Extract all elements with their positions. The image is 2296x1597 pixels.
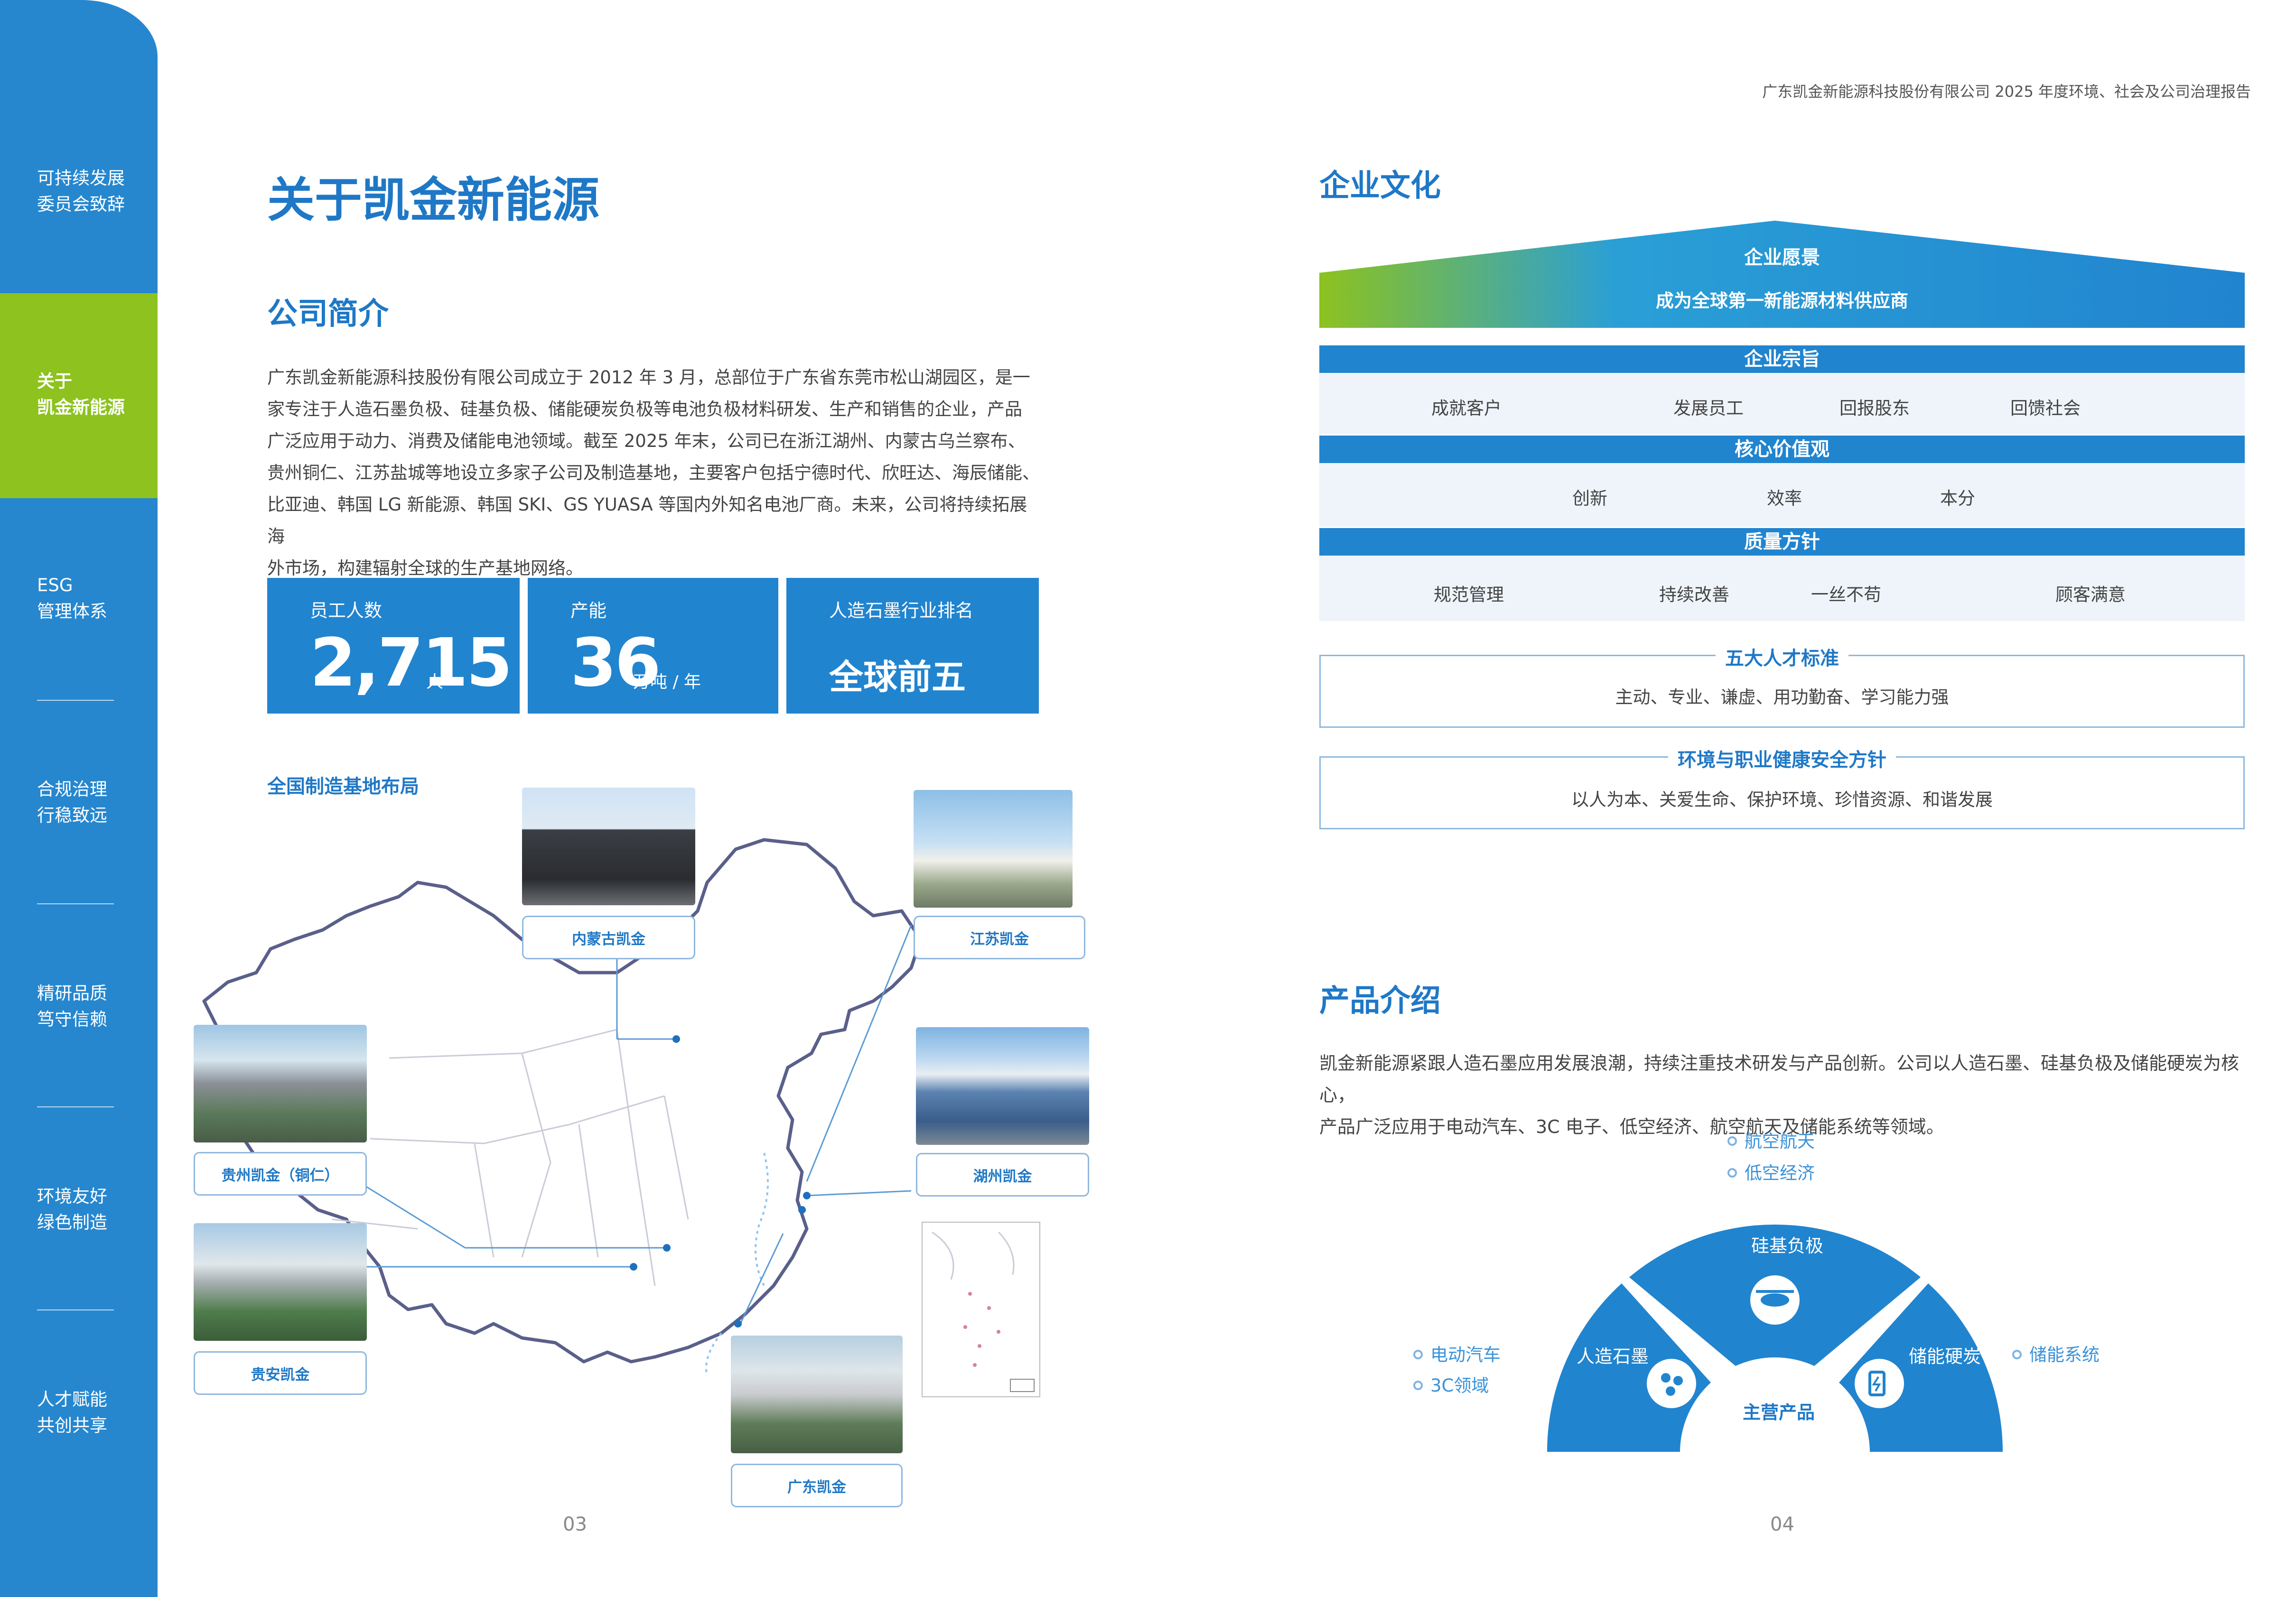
stat-employees: 员工人数 2,715 人 [267, 578, 520, 714]
sidebar-item-governance[interactable]: 合规治理 行稳致远 [37, 776, 146, 828]
talent-standards-title: 五大人才标准 [1716, 643, 1848, 670]
base-label-guian: 贵安凯金 [194, 1351, 367, 1395]
section-title-products: 产品介绍 [1319, 984, 1441, 1019]
talent-standards-text: 主动、专业、谦虚、用功勤奋、学习能力强 [1615, 687, 1949, 707]
base-label-huzhou: 湖州凯金 [916, 1153, 1089, 1197]
base-label-guangdong: 广东凯金 [731, 1464, 903, 1507]
purpose-item: 发展员工 [1673, 398, 1744, 418]
quality-item: 规范管理 [1434, 585, 1504, 605]
section-title-company-profile: 公司简介 [267, 297, 389, 332]
photo-huzhou-building [916, 1027, 1089, 1145]
value-item: 效率 [1767, 488, 1802, 509]
sidebar-divider [37, 903, 114, 904]
sidebar-item-talent[interactable]: 人才赋能 共创共享 [37, 1386, 146, 1439]
values-body: 创新 效率 本分 [1319, 463, 2245, 527]
quality-header: 质量方针 [1319, 528, 2245, 556]
application-aerospace: 航空航天 [1727, 1127, 1815, 1152]
label-silicon-anode: 硅基负极 [1751, 1235, 1824, 1256]
photo-guian-factory [194, 1223, 367, 1341]
quality-item: 一丝不苟 [1811, 585, 1881, 605]
ehs-policy-text: 以人为本、关爱生命、保护环境、珍惜资源、和谐发展 [1571, 789, 1993, 810]
base-label-guizhou: 贵州凯金（铜仁） [194, 1152, 367, 1196]
sidebar-item-chairman-message[interactable]: 可持续发展 委员会致辞 [37, 165, 146, 217]
base-marker [803, 1192, 811, 1199]
document-header: 广东凯金新能源科技股份有限公司 2025 年度环境、社会及公司治理报告 [1762, 83, 2251, 101]
stat-industry-rank: 人造石墨行业排名 全球前五 [786, 578, 1039, 714]
value-item: 本分 [1940, 488, 1975, 509]
photo-neimenggu-factory [522, 788, 695, 905]
sidebar-item-about[interactable]: 关于 凯金新能源 [37, 368, 146, 420]
battery-cell-icon [1647, 1359, 1696, 1408]
ehs-policy-title: 环境与职业健康安全方针 [1668, 744, 1896, 772]
sidebar-nav: 可持续发展 委员会致辞 关于 凯金新能源 ESG 管理体系 合规治理 行稳致远 … [0, 0, 158, 1597]
quality-item: 顾客满意 [2055, 585, 2126, 605]
sidebar-item-environment[interactable]: 环境友好 绿色制造 [37, 1183, 146, 1235]
application-3c: 3C领域 [1413, 1371, 1489, 1397]
photo-jiangsu-factory [914, 790, 1073, 908]
sidebar-divider [37, 1106, 114, 1107]
stat-capacity: 产能 36 万吨 / 年 [528, 578, 778, 714]
sidebar-divider [37, 1309, 114, 1310]
page-number-right: 04 [1770, 1513, 1794, 1535]
base-marker [630, 1263, 637, 1271]
application-low-altitude: 低空经济 [1727, 1159, 1815, 1184]
purpose-body: 成就客户 发展员工 回报股东 回馈社会 [1319, 373, 2245, 435]
talent-standards-frame: 五大人才标准 主动、专业、谦虚、用功勤奋、学习能力强 [1319, 643, 2245, 728]
sidebar-item-quality[interactable]: 精研品质 笃守信赖 [37, 980, 146, 1032]
application-energy-storage: 储能系统 [2012, 1340, 2100, 1366]
south-china-sea-inset [922, 1222, 1040, 1397]
quality-body: 规范管理 持续改善 一丝不苟 顾客满意 [1319, 556, 2245, 621]
sidebar-item-esg-management[interactable]: ESG 管理体系 [37, 572, 146, 624]
vision-text: 成为全球第一新能源材料供应商 [1655, 290, 1908, 311]
base-marker [734, 1320, 742, 1328]
purpose-item: 成就客户 [1431, 398, 1502, 418]
page-title: 关于凯金新能源 [267, 172, 599, 228]
base-label-neimenggu: 内蒙古凯金 [522, 916, 695, 959]
sidebar-active-highlight: 关于 凯金新能源 [0, 293, 158, 498]
ehs-policy-frame: 环境与职业健康安全方针 以人为本、关爱生命、保护环境、珍惜资源、和谐发展 [1319, 744, 2245, 829]
base-marker [798, 1206, 806, 1214]
map-title: 全国制造基地布局 [267, 776, 419, 798]
value-item: 创新 [1572, 488, 1607, 509]
label-artificial-graphite: 人造石墨 [1577, 1346, 1649, 1367]
purpose-item: 回报股东 [1839, 398, 1910, 418]
vision-banner [1319, 221, 2245, 328]
label-main-products: 主营产品 [1743, 1402, 1815, 1423]
photo-guizhou-factory [194, 1025, 367, 1142]
label-hard-carbon: 储能硬炭 [1909, 1346, 1981, 1367]
inset-islands [932, 1231, 1035, 1392]
values-header: 核心价值观 [1319, 436, 2245, 463]
photo-guangdong-factory [731, 1336, 903, 1453]
purpose-header: 企业宗旨 [1319, 345, 2245, 373]
purpose-item: 回馈社会 [2010, 398, 2081, 418]
application-ev: 电动汽车 [1413, 1340, 1501, 1366]
sidebar-divider [37, 700, 114, 701]
page-number-left: 03 [563, 1513, 587, 1535]
base-marker [672, 1035, 680, 1043]
quality-item: 持续改善 [1659, 585, 1729, 605]
base-label-jiangsu: 江苏凯金 [914, 916, 1085, 959]
company-intro-text: 广东凯金新能源科技股份有限公司成立于 2012 年 3 月，总部位于广东省东莞市… [267, 367, 1040, 578]
vision-label: 企业愿景 [1744, 247, 1820, 269]
connector-line [806, 1190, 912, 1197]
base-marker [663, 1244, 671, 1252]
section-title-culture: 企业文化 [1319, 168, 1441, 204]
